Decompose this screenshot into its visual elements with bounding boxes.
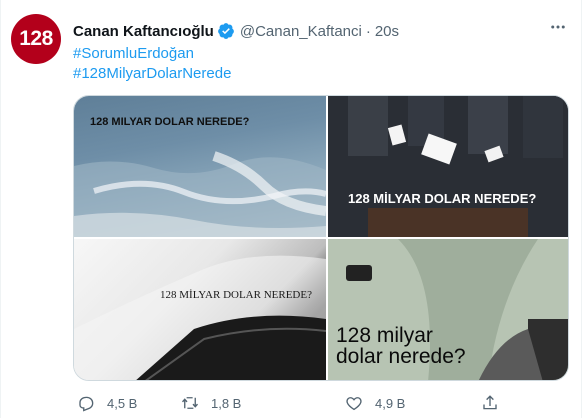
- image-caption: 128 MİLYAR DOLAR NEREDE?: [160, 289, 312, 301]
- retweet-icon: [181, 397, 199, 409]
- media-image-sea[interactable]: 128 MILYAR DOLAR NEREDE?: [74, 96, 326, 237]
- like-count: 4,9 B: [375, 395, 406, 411]
- share-button[interactable]: [481, 394, 499, 412]
- hashtag-link[interactable]: #128MilyarDolarNerede: [73, 64, 231, 84]
- tweet-card[interactable]: 128 Canan Kaftancıoğlu @Canan_Kaftanci ·…: [0, 0, 582, 418]
- heart-icon: [346, 397, 362, 411]
- tweet-actions: 4,5 B 1,8 B 4,9 B: [73, 392, 503, 414]
- caption-line: 128 milyar: [336, 324, 433, 347]
- powder-graphic: [74, 255, 326, 380]
- retweet-count: 1,8 B: [211, 395, 242, 411]
- avatar-text: 128: [19, 27, 53, 50]
- reply-button[interactable]: 4,5 B: [77, 394, 137, 412]
- author-handle[interactable]: @Canan_Kaftanci: [240, 23, 362, 40]
- media-image-suit[interactable]: 128 milyar dolar nerede?: [328, 239, 568, 380]
- avatar[interactable]: 128: [11, 14, 61, 64]
- verified-badge-icon: [217, 22, 235, 40]
- media-grid: 128 MILYAR DOLAR NEREDE? 128 MİLYAR DOLA…: [73, 95, 569, 381]
- media-image-powder[interactable]: 128 MİLYAR DOLAR NEREDE?: [74, 239, 326, 380]
- tweet-header: Canan Kaftancıoğlu @Canan_Kaftanci · 20s: [73, 20, 399, 42]
- image-caption: 128 milyar dolar nerede?: [336, 325, 516, 367]
- like-button[interactable]: 4,9 B: [345, 394, 405, 412]
- retweet-button[interactable]: 1,8 B: [181, 394, 241, 412]
- share-icon: [483, 395, 497, 410]
- author-name[interactable]: Canan Kaftancıoğlu: [73, 23, 214, 40]
- image-caption: 128 MILYAR DOLAR NEREDE?: [90, 116, 250, 128]
- tweet-timestamp[interactable]: 20s: [375, 23, 399, 40]
- media-image-ballot[interactable]: 128 MİLYAR DOLAR NEREDE?: [328, 96, 568, 237]
- reply-count: 4,5 B: [107, 395, 138, 411]
- reply-icon: [79, 396, 94, 412]
- image-caption: 128 MİLYAR DOLAR NEREDE?: [348, 191, 537, 206]
- more-options-icon[interactable]: [547, 16, 569, 38]
- tweet-text: #SorumluErdoğan #128MilyarDolarNerede: [73, 44, 231, 84]
- separator-dot: ·: [365, 22, 371, 40]
- caption-line: dolar nerede?: [336, 345, 466, 368]
- ballot-graphic: [328, 96, 568, 237]
- hashtag-link[interactable]: #SorumluErdoğan: [73, 44, 231, 64]
